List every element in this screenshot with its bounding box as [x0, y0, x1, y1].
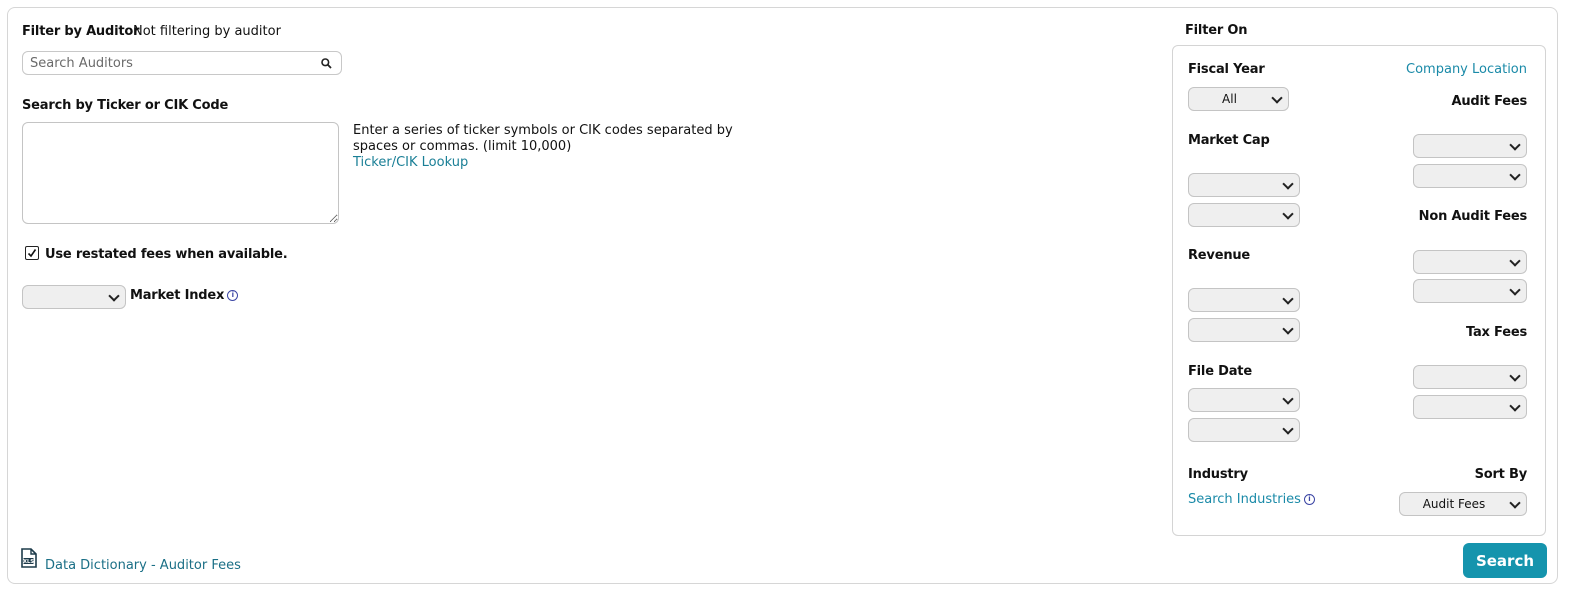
chevron-down-icon	[1282, 423, 1294, 435]
filter-on-title: Filter On	[1185, 23, 1248, 38]
market-index-label: Market Index i	[130, 288, 239, 303]
svg-text:XLS: XLS	[23, 559, 34, 565]
market-index-select[interactable]	[22, 285, 126, 309]
tax-fees-label: Tax Fees	[1465, 325, 1527, 340]
non-audit-fees-min-select[interactable]	[1413, 250, 1527, 274]
fiscal-year-select[interactable]: All	[1188, 87, 1289, 111]
tax-fees-min-select[interactable]	[1413, 365, 1527, 389]
checkmark-icon	[27, 249, 37, 258]
market-cap-min-select[interactable]	[1188, 173, 1300, 197]
fiscal-year-label: Fiscal Year	[1188, 62, 1265, 77]
ticker-cik-textarea[interactable]	[22, 122, 339, 224]
chevron-down-icon	[1282, 393, 1294, 405]
chevron-down-icon	[108, 290, 120, 302]
non-audit-fees-max-select[interactable]	[1413, 279, 1527, 303]
chevron-down-icon	[1509, 400, 1521, 412]
restated-fees-label: Use restated fees when available.	[45, 247, 288, 262]
audit-fees-min-select[interactable]	[1413, 134, 1527, 158]
revenue-min-select[interactable]	[1188, 288, 1300, 312]
sort-by-label: Sort By	[1474, 467, 1528, 482]
ticker-help-line2: spaces or commas. (limit 10,000)	[353, 139, 572, 154]
chevron-down-icon	[1282, 323, 1294, 335]
chevron-down-icon	[1509, 255, 1521, 267]
auditor-filter-status: Not filtering by auditor	[133, 24, 281, 39]
audit-fees-label: Audit Fees	[1451, 94, 1527, 109]
chevron-down-icon	[1282, 208, 1294, 220]
search-industries-link[interactable]: Search Industries i	[1188, 492, 1315, 507]
filter-by-auditor-label: Filter by Auditor	[22, 24, 140, 39]
file-date-label: File Date	[1188, 364, 1252, 379]
ticker-search-label: Search by Ticker or CIK Code	[22, 98, 229, 113]
chevron-down-icon	[1509, 284, 1521, 296]
market-index-label-text: Market Index	[130, 288, 225, 303]
tax-fees-max-select[interactable]	[1413, 395, 1527, 419]
company-location-link[interactable]: Company Location	[1406, 62, 1527, 77]
chevron-down-icon	[1509, 370, 1521, 382]
excel-file-icon[interactable]: XLS	[20, 548, 38, 568]
search-icon[interactable]	[321, 58, 332, 69]
info-icon[interactable]: i	[227, 290, 239, 301]
info-icon[interactable]: i	[1303, 494, 1315, 505]
market-cap-max-select[interactable]	[1188, 203, 1300, 227]
data-dictionary-link[interactable]: Data Dictionary - Auditor Fees	[45, 558, 241, 573]
search-industries-text: Search Industries	[1188, 492, 1301, 507]
file-date-start-select[interactable]	[1188, 388, 1300, 412]
non-audit-fees-label: Non Audit Fees	[1418, 209, 1528, 224]
sort-by-value: Audit Fees	[1422, 497, 1486, 511]
revenue-label: Revenue	[1188, 248, 1251, 263]
industry-label: Industry	[1188, 467, 1248, 482]
chevron-down-icon	[1282, 178, 1294, 190]
revenue-max-select[interactable]	[1188, 318, 1300, 342]
ticker-help-text: Enter a series of ticker symbols or CIK …	[353, 123, 733, 171]
chevron-down-icon	[1509, 169, 1521, 181]
search-button[interactable]: Search	[1463, 543, 1547, 578]
auditor-search-field[interactable]	[22, 51, 342, 75]
restated-fees-checkbox[interactable]	[25, 246, 39, 260]
chevron-down-icon	[1282, 293, 1294, 305]
ticker-cik-lookup-link[interactable]: Ticker/CIK Lookup	[353, 155, 733, 171]
auditor-search-input[interactable]	[23, 52, 310, 75]
market-cap-label: Market Cap	[1188, 133, 1270, 148]
file-date-end-select[interactable]	[1188, 418, 1300, 442]
audit-fees-max-select[interactable]	[1413, 164, 1527, 188]
chevron-down-icon	[1509, 139, 1521, 151]
sort-by-select[interactable]: Audit Fees	[1399, 492, 1527, 516]
ticker-help-line1: Enter a series of ticker symbols or CIK …	[353, 123, 733, 138]
